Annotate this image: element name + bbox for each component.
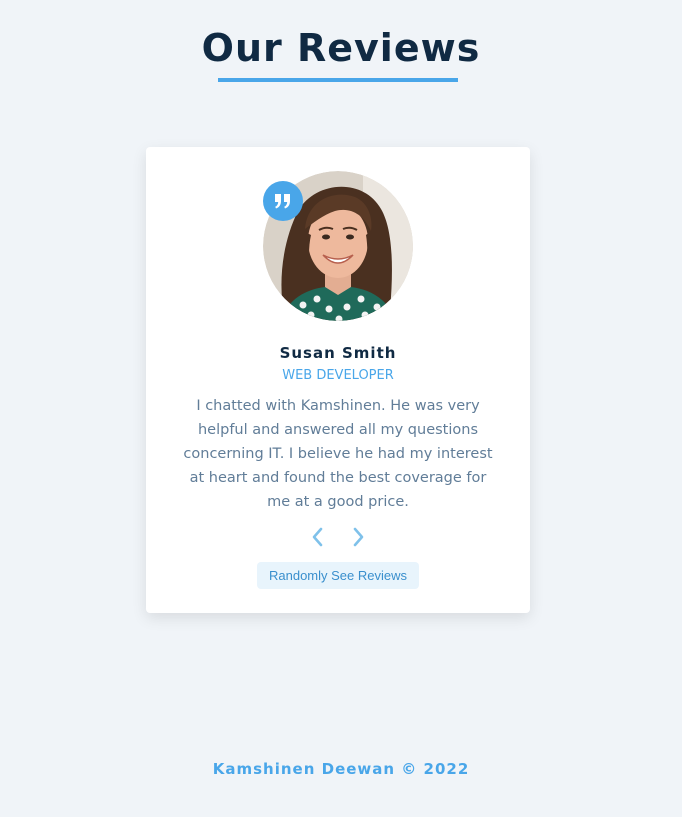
review-card: Susan Smith WEB DEVELOPER I chatted with… [146, 147, 530, 613]
author-job: WEB DEVELOPER [282, 368, 394, 383]
random-review-button[interactable]: Randomly See Reviews [257, 562, 419, 589]
title-underline [218, 78, 458, 82]
prev-button[interactable] [306, 525, 330, 549]
next-button[interactable] [346, 525, 370, 549]
chevron-right-icon [353, 527, 364, 547]
avatar-container [263, 171, 413, 321]
review-text: I chatted with Kamshinen. He was very he… [183, 398, 493, 510]
chevron-left-icon [312, 527, 323, 547]
footer-text: Kamshinen Deewan © 2022 [212, 760, 470, 778]
quote-icon [263, 181, 303, 221]
nav-buttons [146, 525, 530, 549]
author-name: Susan Smith [279, 344, 397, 362]
page-title: Our Reviews [201, 26, 481, 70]
